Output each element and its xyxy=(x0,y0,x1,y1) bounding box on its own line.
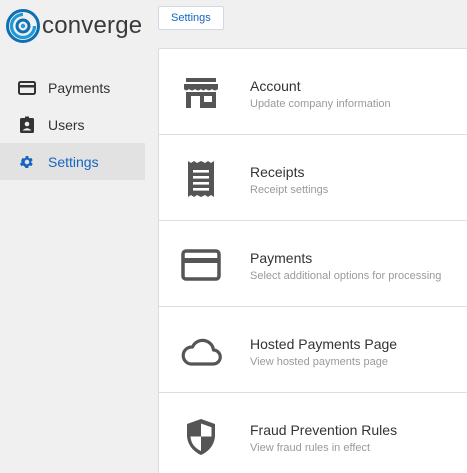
card-subtitle: View hosted payments page xyxy=(250,356,388,368)
sidebar-item-users[interactable]: Users xyxy=(0,106,145,143)
credit-card-icon xyxy=(179,243,223,287)
settings-card-payments[interactable]: Payments Select additional options for p… xyxy=(159,221,467,307)
settings-list: Account Update company information Recei… xyxy=(158,48,467,473)
sidebar-item-payments[interactable]: Payments xyxy=(0,69,145,106)
credit-card-icon xyxy=(18,79,36,97)
main-content: Settings Account Update company informat… xyxy=(145,0,467,473)
sidebar-nav: Payments Users Settings xyxy=(0,69,145,180)
card-subtitle: Update company information xyxy=(250,98,391,110)
card-title: Payments xyxy=(250,250,313,266)
storefront-icon xyxy=(179,71,223,115)
card-title: Fraud Prevention Rules xyxy=(250,422,398,438)
shield-icon xyxy=(179,415,223,459)
brand-logo[interactable]: converge xyxy=(6,8,142,44)
sidebar-item-label: Users xyxy=(48,116,85,133)
settings-card-hosted-payments-page[interactable]: Hosted Payments Page View hosted payment… xyxy=(159,307,467,393)
converge-logo-icon xyxy=(6,9,40,43)
sidebar-item-settings[interactable]: Settings xyxy=(0,143,145,180)
card-subtitle: View fraud rules in effect xyxy=(250,442,371,454)
settings-card-fraud-prevention-rules[interactable]: Fraud Prevention Rules View fraud rules … xyxy=(159,393,467,473)
brand-name: converge xyxy=(42,12,143,39)
settings-card-account[interactable]: Account Update company information xyxy=(159,49,467,135)
card-subtitle: Select additional options for processing xyxy=(250,270,442,282)
receipt-icon xyxy=(179,157,223,201)
sidebar: converge Payments Users Settings xyxy=(0,0,145,473)
card-title: Account xyxy=(250,78,301,94)
card-subtitle: Receipt settings xyxy=(250,184,329,196)
sidebar-item-label: Payments xyxy=(48,79,111,96)
breadcrumb[interactable]: Settings xyxy=(158,6,224,30)
sidebar-item-label: Settings xyxy=(48,153,99,170)
card-title: Hosted Payments Page xyxy=(250,336,398,352)
gear-icon xyxy=(18,153,36,171)
settings-card-receipts[interactable]: Receipts Receipt settings xyxy=(159,135,467,221)
user-badge-icon xyxy=(18,116,36,134)
card-title: Receipts xyxy=(250,164,305,180)
cloud-icon xyxy=(179,329,223,373)
